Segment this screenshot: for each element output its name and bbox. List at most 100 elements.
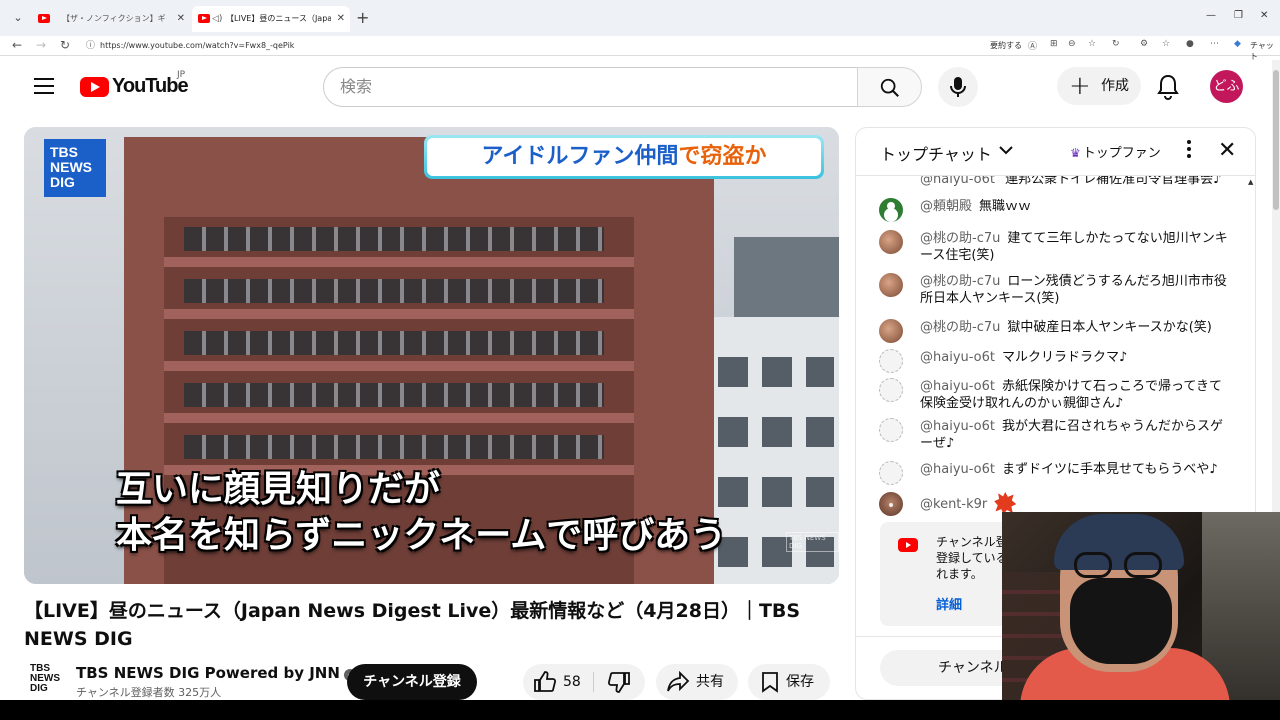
- user-avatar[interactable]: [879, 492, 903, 516]
- voice-search-button[interactable]: [938, 67, 978, 107]
- channel-name[interactable]: TBS NEWS DIG Powered by JNN✓: [76, 664, 356, 682]
- account-avatar[interactable]: どふ: [1210, 70, 1243, 103]
- back-arrow-icon[interactable]: ←: [12, 38, 22, 52]
- chat-author[interactable]: @kent-k9r: [920, 497, 987, 512]
- user-avatar[interactable]: [879, 418, 903, 442]
- window-row: [184, 383, 604, 407]
- share-button[interactable]: 共有: [656, 664, 738, 700]
- speaker-icon[interactable]: ◁): [212, 6, 222, 32]
- top-fan-label: トップファン: [1082, 146, 1161, 161]
- user-avatar[interactable]: [879, 273, 903, 297]
- profile-icon[interactable]: ●: [1186, 39, 1194, 49]
- youtube-favicon-icon: [198, 14, 210, 23]
- search-input[interactable]: 検索: [323, 67, 858, 107]
- chat-text: 無職ｗｗ: [979, 199, 1032, 214]
- create-button[interactable]: + 作成: [1057, 67, 1141, 105]
- chat-author[interactable]: @桃の助-c7u: [920, 274, 1000, 289]
- balcony: [164, 413, 634, 423]
- url-field[interactable]: ⓘ https://www.youtube.com/watch?v=Fwx8_-…: [82, 38, 1102, 54]
- chat-author[interactable]: @桃の助-c7u: [920, 231, 1000, 246]
- browser-tab-inactive[interactable]: 【ザ・ノンフィクション】ギャンブル依存と闘 ✕: [32, 6, 190, 32]
- chat-author[interactable]: @頼朝殿: [920, 199, 972, 214]
- close-chat-icon[interactable]: ✕: [1218, 138, 1236, 163]
- chat-text: 獄中破産日本人ヤンキースかな(笑): [1007, 320, 1212, 335]
- browser-tab-active[interactable]: ◁) 【LIVE】昼のニュース（Japan News Digest Live） …: [192, 6, 350, 32]
- user-avatar[interactable]: [879, 378, 903, 402]
- window-row: [184, 227, 604, 251]
- top-fan-button[interactable]: ♛ トップファン: [1070, 142, 1161, 161]
- chat-message: @桃の助-c7u 獄中破産日本人ヤンキースかな(笑): [879, 319, 1229, 343]
- video-watermark: TBS NEWS DIG: [786, 532, 839, 552]
- grid-icon[interactable]: ⊞: [1050, 39, 1058, 49]
- chat-author[interactable]: @haiyu-o6t: [920, 350, 995, 365]
- chat-text: マルクリラドラクマ♪: [1002, 350, 1128, 365]
- balcony: [164, 361, 634, 371]
- browser-tab-bar: ⌄ 【ザ・ノンフィクション】ギャンブル依存と闘 ✕ ◁) 【LIVE】昼のニュー…: [0, 0, 1280, 36]
- forward-arrow-icon[interactable]: →: [36, 38, 46, 52]
- new-tab-plus-icon[interactable]: +: [356, 8, 369, 28]
- more-icon[interactable]: ⋯: [1210, 39, 1219, 49]
- video-player[interactable]: TBS NEWS DIG アイドルファン仲間で窃盗か 互いに顔見知りだが 本名を…: [24, 127, 839, 584]
- favorite-star-icon[interactable]: ☆: [1088, 39, 1096, 49]
- letterbox-bottom: [0, 700, 1280, 720]
- tab-close-icon[interactable]: ✕: [337, 6, 345, 32]
- favorites-icon[interactable]: ☆: [1162, 39, 1170, 49]
- zoom-icon[interactable]: ⊖: [1068, 39, 1076, 49]
- chat-author[interactable]: @haiyu-o6t: [920, 462, 995, 477]
- summarize-button[interactable]: 要約する: [990, 40, 1022, 51]
- subscribe-button[interactable]: チャンネル登録: [347, 664, 477, 700]
- user-avatar[interactable]: [879, 198, 903, 222]
- channel-avatar[interactable]: TBS NEWS DIG: [30, 664, 62, 696]
- subscriber-count: チャンネル登録者数 325万人: [76, 686, 222, 699]
- user-avatar[interactable]: [879, 461, 903, 485]
- chat-author[interactable]: @haiyu-o6t: [920, 379, 995, 394]
- hamburger-menu-icon[interactable]: [34, 78, 54, 94]
- search-button[interactable]: [857, 67, 922, 107]
- like-dislike-group: 58: [523, 664, 645, 700]
- chat-author[interactable]: @桃の助-c7u: [920, 320, 1000, 335]
- dislike-button[interactable]: [595, 664, 645, 700]
- user-avatar[interactable]: [879, 349, 903, 373]
- headline-part2: で窃盗か: [678, 144, 767, 169]
- headline-part1: アイドルファン仲間: [481, 144, 679, 169]
- more-options-icon[interactable]: [1184, 140, 1194, 162]
- site-info-icon[interactable]: ⓘ: [86, 38, 95, 54]
- chat-message: @桃の助-c7u 建てて三年しかたってない旭川ヤンキース住宅(笑): [879, 230, 1229, 264]
- chat-message: @kent-k9r: [879, 492, 1229, 516]
- chat-message: @桃の助-c7u ローン残債どうするんだろ旭川市市役所日本人ヤンキース(笑): [879, 273, 1229, 307]
- user-avatar[interactable]: [879, 230, 903, 254]
- reload-icon[interactable]: ↻: [60, 38, 70, 52]
- chat-header: トップチャット ♛ トップファン ✕: [856, 128, 1255, 176]
- region-code: JP: [177, 70, 186, 80]
- chat-text: 連邦公衆トイレ補佐准司令官理事会♪: [1005, 176, 1222, 187]
- save-button[interactable]: 保存: [748, 664, 830, 700]
- chat-mode-title[interactable]: トップチャット: [880, 141, 992, 165]
- chat-scroll-up-icon[interactable]: ▲: [1248, 178, 1253, 186]
- tbs-news-dig-logo: TBS NEWS DIG: [44, 139, 106, 197]
- details-link[interactable]: 詳細: [936, 594, 962, 613]
- channel-name-text: TBS NEWS DIG Powered by JNN: [76, 664, 340, 682]
- tab-list-chevron-icon[interactable]: ⌄: [8, 8, 28, 28]
- share-icon: [667, 671, 690, 692]
- logo-line: NEWS: [50, 159, 92, 175]
- chevron-down-icon[interactable]: [998, 142, 1014, 158]
- scrollbar-thumb[interactable]: [1273, 70, 1279, 210]
- extensions-icon[interactable]: ⚙: [1140, 39, 1148, 49]
- chat-author[interactable]: @haiyu-o6t: [920, 419, 995, 434]
- crown-icon: ♛: [1070, 146, 1081, 160]
- tab-close-icon[interactable]: ✕: [177, 6, 185, 32]
- maximize-icon[interactable]: ❐: [1234, 10, 1243, 21]
- user-avatar[interactable]: [879, 319, 903, 343]
- chat-message: @haiyu-o6t マルクリラドラクマ♪: [879, 349, 1229, 373]
- refresh-extension-icon[interactable]: ↻: [1112, 39, 1120, 49]
- like-button[interactable]: 58: [523, 664, 593, 700]
- notifications-bell-icon[interactable]: [1156, 74, 1180, 104]
- window-close-icon[interactable]: ✕: [1260, 10, 1268, 21]
- thumbs-down-icon: [607, 672, 630, 693]
- chat-author: @haiyu-o6t: [920, 176, 996, 187]
- translate-icon[interactable]: Ⓐ: [1028, 39, 1037, 52]
- copilot-icon[interactable]: ◆: [1234, 39, 1241, 49]
- minimize-icon[interactable]: —: [1206, 10, 1216, 21]
- chat-label[interactable]: チャット: [1250, 40, 1280, 62]
- tab-title: 【ザ・ノンフィクション】ギャンブル依存と闘: [62, 14, 167, 23]
